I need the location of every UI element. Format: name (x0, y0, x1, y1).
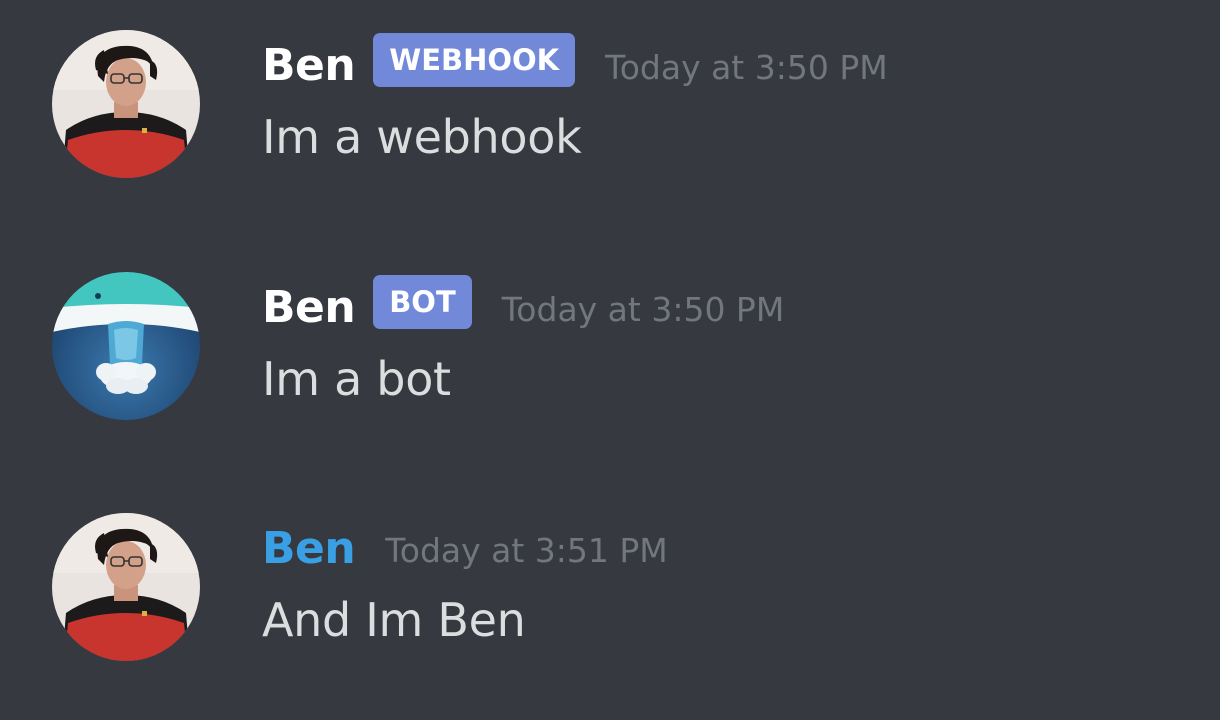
message-text: Im a bot (262, 352, 451, 406)
author-name[interactable]: Ben (262, 282, 356, 333)
message-item: Ben WEBHOOK Today at 3:50 PM Im a webhoo… (0, 0, 1220, 200)
message-text: Im a webhook (262, 110, 582, 164)
message-timestamp[interactable]: Today at 3:51 PM (385, 531, 668, 570)
message-header: Ben BOT Today at 3:50 PM (262, 272, 784, 342)
message-item: Ben BOT Today at 3:50 PM Im a bot (0, 242, 1220, 442)
message-header: Ben WEBHOOK Today at 3:50 PM (262, 30, 888, 100)
author-name[interactable]: Ben (262, 523, 356, 574)
message-timestamp[interactable]: Today at 3:50 PM (605, 48, 888, 87)
message-item: Ben Today at 3:51 PM And Im Ben (0, 483, 1220, 683)
message-header: Ben Today at 3:51 PM (262, 513, 668, 583)
bot-badge: BOT (373, 275, 472, 329)
person-avatar[interactable] (52, 513, 200, 661)
message-timestamp[interactable]: Today at 3:50 PM (502, 290, 785, 329)
person-avatar[interactable] (52, 30, 200, 178)
webhook-badge: WEBHOOK (373, 33, 576, 87)
author-name[interactable]: Ben (262, 40, 356, 91)
person-avatar-icon (52, 513, 200, 661)
bot-avatar-icon (52, 272, 200, 420)
person-avatar-icon (52, 30, 200, 178)
chat-messages: Ben WEBHOOK Today at 3:50 PM Im a webhoo… (0, 0, 1220, 720)
bot-avatar[interactable] (52, 272, 200, 420)
message-text: And Im Ben (262, 593, 526, 647)
